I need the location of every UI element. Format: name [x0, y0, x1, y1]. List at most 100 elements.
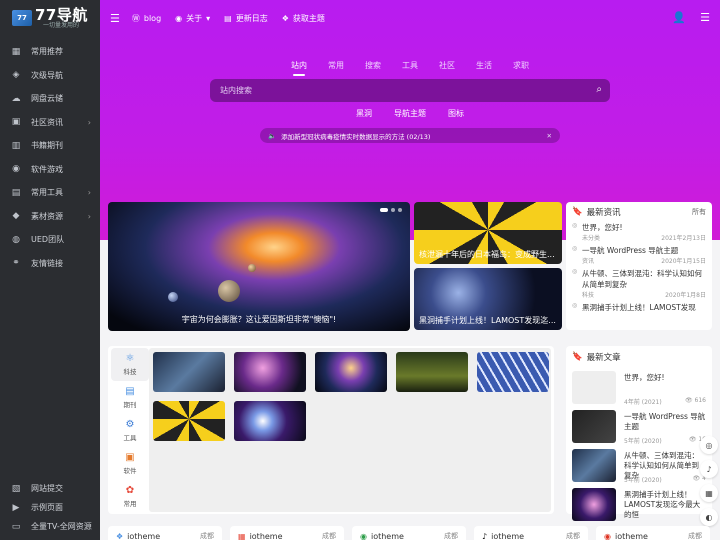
sidebar-item-example[interactable]: ▶ 示例页面 — [0, 498, 100, 517]
tab-common[interactable]: 常用 — [328, 60, 344, 71]
tab-tools[interactable]: 工具 — [402, 60, 418, 71]
tab-life[interactable]: 生活 — [476, 60, 492, 71]
tab-community[interactable]: 社区 — [439, 60, 455, 71]
news-item[interactable]: 世界，您好! 未分类 2021年2月13日 — [572, 222, 706, 242]
article-title: 世界，您好! — [624, 373, 665, 382]
article-time: 4年前 (2021) — [624, 399, 662, 406]
featured-caption: 宇宙为何会膨胀？这让爱因斯坦非常"懊恼"! — [181, 315, 337, 324]
wordpress-icon: Ⓦ — [131, 13, 140, 23]
notice-bar[interactable]: 🔈 添加新型冠状病毒疫情实时数据显示的方法 (02/13) ✕ — [260, 128, 560, 143]
category-tools[interactable]: ⚙ 工具 — [111, 414, 149, 447]
grid-icon: ▦ — [11, 46, 21, 57]
site-card-name: iotheme — [127, 531, 161, 540]
atom-icon: ⚛ — [125, 353, 135, 364]
sidebar-item-ued[interactable]: ◍ UED团队 — [0, 228, 100, 252]
nav-get-theme[interactable]: ❖ 获取主题 — [282, 13, 325, 24]
article-title: 一导航 WordPress 导航主题 — [624, 412, 706, 431]
tab-jobs[interactable]: 求职 — [513, 60, 529, 71]
article-item[interactable]: 从牛顿、三体到混沌：科学认知如何从简单到复杂 5年前 (2020) 👁 4 — [572, 449, 706, 487]
search-icon[interactable]: ⌕ — [596, 84, 602, 95]
nav-about[interactable]: ◉ 关于 ▾ — [175, 13, 210, 24]
chevron-right-icon: › — [87, 117, 91, 127]
all-link[interactable]: 所有 — [692, 207, 706, 217]
sidebar-item-tools[interactable]: ▤ 常用工具 › — [0, 181, 100, 205]
tile-blackhole[interactable]: 黑洞捕手计划上线！LAMOST发现迄... — [414, 268, 562, 330]
article-views: 👁 616 — [685, 397, 706, 404]
tools-icon: ⚙ — [125, 419, 135, 430]
post-thumbnail[interactable] — [477, 352, 549, 392]
post-thumbnail[interactable] — [396, 352, 468, 392]
article-item[interactable]: 一导航 WordPress 导航主题 5年前 (2020)👁 16 — [572, 410, 706, 448]
news-item[interactable]: 一导航 WordPress 导航主题资讯 2020年1月15日 — [572, 245, 706, 265]
featured-carousel[interactable]: 宇宙为何会膨胀？这让爱因斯坦非常"懊恼"! — [108, 202, 410, 331]
sidebar-item-community[interactable]: ▣ 社区资讯 › — [0, 111, 100, 135]
carousel-dots[interactable] — [380, 208, 402, 212]
category-common[interactable]: ✿ 常用 — [111, 480, 149, 513]
sidebar-item-label: 常用工具 — [31, 188, 63, 198]
site-card[interactable]: ◉ iotheme 成都 — [596, 526, 710, 540]
theme-icon: ❖ — [281, 13, 289, 23]
info-icon: ◉ — [175, 13, 183, 23]
sidebar-item-recommend[interactable]: ▦ 常用推荐 — [0, 40, 100, 64]
site-logo-icon: ❖ — [116, 531, 124, 540]
sidebar-item-submit[interactable]: ▧ 网站提交 — [0, 479, 100, 498]
tab-site[interactable]: 站内 — [291, 60, 307, 76]
news-date: 2020年1月15日 — [661, 258, 706, 265]
site-card[interactable]: ◉ iotheme 成都 — [352, 526, 466, 540]
wechat-icon[interactable]: ◎ — [700, 436, 718, 454]
sidebar-bottom-menu: ▧ 网站提交 ▶ 示例页面 ▭ 全量TV-全网资源 — [0, 479, 100, 536]
category-journal[interactable]: ▤ 期刊 — [111, 381, 149, 414]
post-thumbnail[interactable] — [153, 401, 225, 441]
quick-link-blackhole[interactable]: 黑洞 — [356, 108, 372, 119]
menu-toggle-icon[interactable]: ☰ — [110, 12, 120, 25]
sidebar-item-label: 友情链接 — [31, 258, 63, 268]
logo-mark: 77 — [12, 10, 32, 26]
quick-link-nav-theme[interactable]: 导航主题 — [394, 108, 426, 119]
post-thumbnail[interactable] — [315, 352, 387, 392]
sidebar-item-label: 示例页面 — [31, 503, 63, 512]
notice-text: 添加新型冠状病毒疫情实时数据显示的方法 (02/13) — [281, 132, 431, 141]
quick-link-icons[interactable]: 图标 — [448, 108, 464, 119]
nav-blog[interactable]: Ⓦblog — [132, 13, 161, 24]
site-card[interactable]: ♪ iotheme 成都 — [474, 526, 588, 540]
post-thumbnail[interactable] — [234, 401, 306, 441]
news-title: 世界，您好! — [582, 223, 623, 232]
search-box: ⌕ — [210, 79, 610, 102]
article-item[interactable]: 黑洞捕手计划上线！LAMOST发现迄今最大的恒 — [572, 488, 706, 526]
grid-icon[interactable]: ▦ — [700, 484, 718, 502]
news-item[interactable]: 从牛顿、三体到混沌：科学认知如何从简单到复杂科技 2020年1月8日 — [572, 268, 706, 299]
theme-toggle-icon[interactable]: ◐ — [700, 508, 718, 526]
tools-icon: ▤ — [11, 187, 21, 198]
post-thumbnail[interactable] — [153, 352, 225, 392]
nav-changelog[interactable]: ▤ 更新日志 — [224, 13, 268, 24]
sidebar-item-label: 网盘云储 — [31, 94, 63, 104]
sidebar-item-label: 全量TV-全网资源 — [31, 522, 92, 531]
category-tech[interactable]: ⚛ 科技 — [111, 348, 149, 381]
panel-title: 最新文章 — [586, 353, 621, 363]
close-icon[interactable]: ✕ — [547, 132, 552, 140]
news-item[interactable]: 黑洞捕手计划上线！LAMOST发现 — [572, 302, 706, 313]
sidebar-item-materials[interactable]: ◆ 素材资源 › — [0, 205, 100, 229]
user-icon[interactable]: 👤 — [672, 11, 686, 24]
site-logo[interactable]: 77 77导航 一切量发用的 — [0, 0, 100, 36]
article-item[interactable]: 世界，您好! 4年前 (2021) 👁 616 — [572, 371, 706, 409]
site-card[interactable]: ▦ iotheme 成都 — [230, 526, 344, 540]
sidebar-item-books[interactable]: ▥ 书籍期刊 — [0, 134, 100, 158]
sidebar-item-cloud[interactable]: ☁ 网盘云储 — [0, 87, 100, 111]
sidebar-item-tv[interactable]: ▭ 全量TV-全网资源 — [0, 517, 100, 536]
bell-icon[interactable]: ♪ — [700, 460, 718, 478]
sidebar-item-secondary-nav[interactable]: ◈ 次级导航 — [0, 64, 100, 88]
book-icon: ▥ — [11, 140, 21, 151]
sidebar-item-label: 社区资讯 — [31, 117, 63, 127]
post-thumbnail[interactable] — [234, 352, 306, 392]
tab-search[interactable]: 搜索 — [365, 60, 381, 71]
tile-fukushima[interactable]: 核泄漏十年后的日本福岛：变成野生... — [414, 202, 562, 264]
search-input[interactable] — [220, 86, 580, 95]
site-card[interactable]: ❖ iotheme 成都 — [108, 526, 222, 540]
site-card-tag: 成都 — [200, 532, 214, 540]
chevron-down-icon: ▾ — [206, 13, 211, 23]
more-menu-icon[interactable]: ☰ — [700, 11, 710, 24]
category-software[interactable]: ▣ 软件 — [111, 447, 149, 480]
sidebar-item-links[interactable]: ⚭ 友情链接 — [0, 252, 100, 276]
sidebar-item-games[interactable]: ◉ 软件游戏 — [0, 158, 100, 182]
